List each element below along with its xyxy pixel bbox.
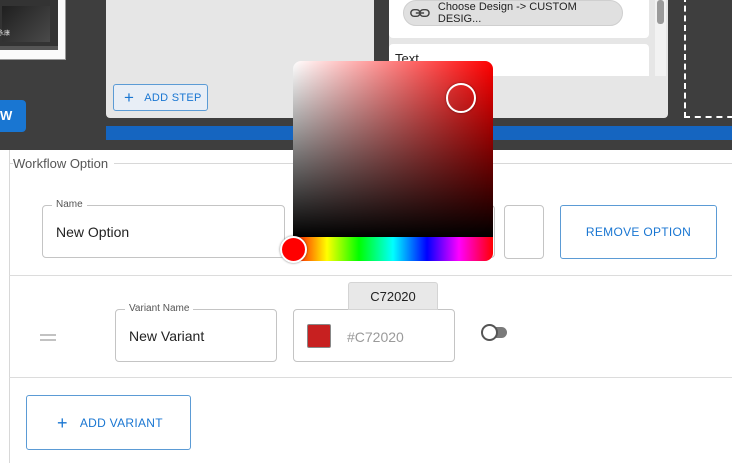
app-stage: 永康 W + ADD STEP Choose Design -> CUSTOM … bbox=[0, 0, 732, 463]
variant-name-field[interactable]: Variant Name New Variant bbox=[115, 303, 277, 362]
scrollbar-thumb[interactable] bbox=[657, 0, 664, 24]
device-image: 永康 bbox=[0, 0, 58, 50]
remove-option-label: REMOVE OPTION bbox=[585, 225, 692, 239]
plus-icon: + bbox=[57, 412, 68, 433]
divider bbox=[9, 275, 732, 276]
section-legend: Workflow Option bbox=[13, 156, 115, 171]
color-swatch[interactable] bbox=[307, 324, 331, 348]
link-icon bbox=[410, 8, 430, 18]
option-name-value: New Option bbox=[56, 224, 130, 240]
drag-handle-icon[interactable] bbox=[40, 334, 56, 341]
remove-option-button[interactable]: REMOVE OPTION bbox=[560, 205, 717, 259]
color-picker-popover[interactable] bbox=[280, 61, 493, 263]
flow-button[interactable]: W bbox=[0, 100, 26, 132]
option-name-label: Name bbox=[52, 199, 87, 211]
add-variant-label: ADD VARIANT bbox=[79, 415, 163, 430]
add-step-button[interactable]: + ADD STEP bbox=[113, 84, 208, 111]
flow-button-label: W bbox=[0, 108, 13, 123]
divider bbox=[9, 377, 732, 378]
variant-color-field[interactable]: #C72020 bbox=[293, 309, 455, 362]
drop-zone[interactable] bbox=[684, 0, 732, 118]
variant-name-value: New Variant bbox=[129, 328, 205, 344]
thumbnail-caption: 永康 bbox=[0, 31, 11, 37]
design-thumbnail[interactable]: 永康 bbox=[0, 0, 66, 60]
option-extra-field[interactable] bbox=[504, 205, 544, 259]
chip-label: Choose Design -> CUSTOM DESIG... bbox=[437, 1, 577, 25]
add-step-label: ADD STEP bbox=[144, 91, 202, 104]
add-variant-button[interactable]: + ADD VARIANT bbox=[26, 395, 191, 450]
saturation-pointer[interactable] bbox=[446, 83, 476, 113]
variant-name-label: Variant Name bbox=[125, 303, 194, 315]
plus-icon: + bbox=[124, 88, 135, 107]
color-hex-value: #C72020 bbox=[347, 329, 404, 345]
variant-toggle[interactable] bbox=[481, 324, 507, 341]
choose-design-chip[interactable]: Choose Design -> CUSTOM DESIG... bbox=[403, 0, 623, 26]
hue-pointer[interactable] bbox=[280, 236, 307, 263]
toggle-knob bbox=[481, 324, 498, 341]
color-value-tooltip: C72020 bbox=[348, 282, 438, 310]
hue-slider[interactable] bbox=[293, 237, 493, 261]
option-name-field[interactable]: Name New Option bbox=[42, 199, 285, 258]
